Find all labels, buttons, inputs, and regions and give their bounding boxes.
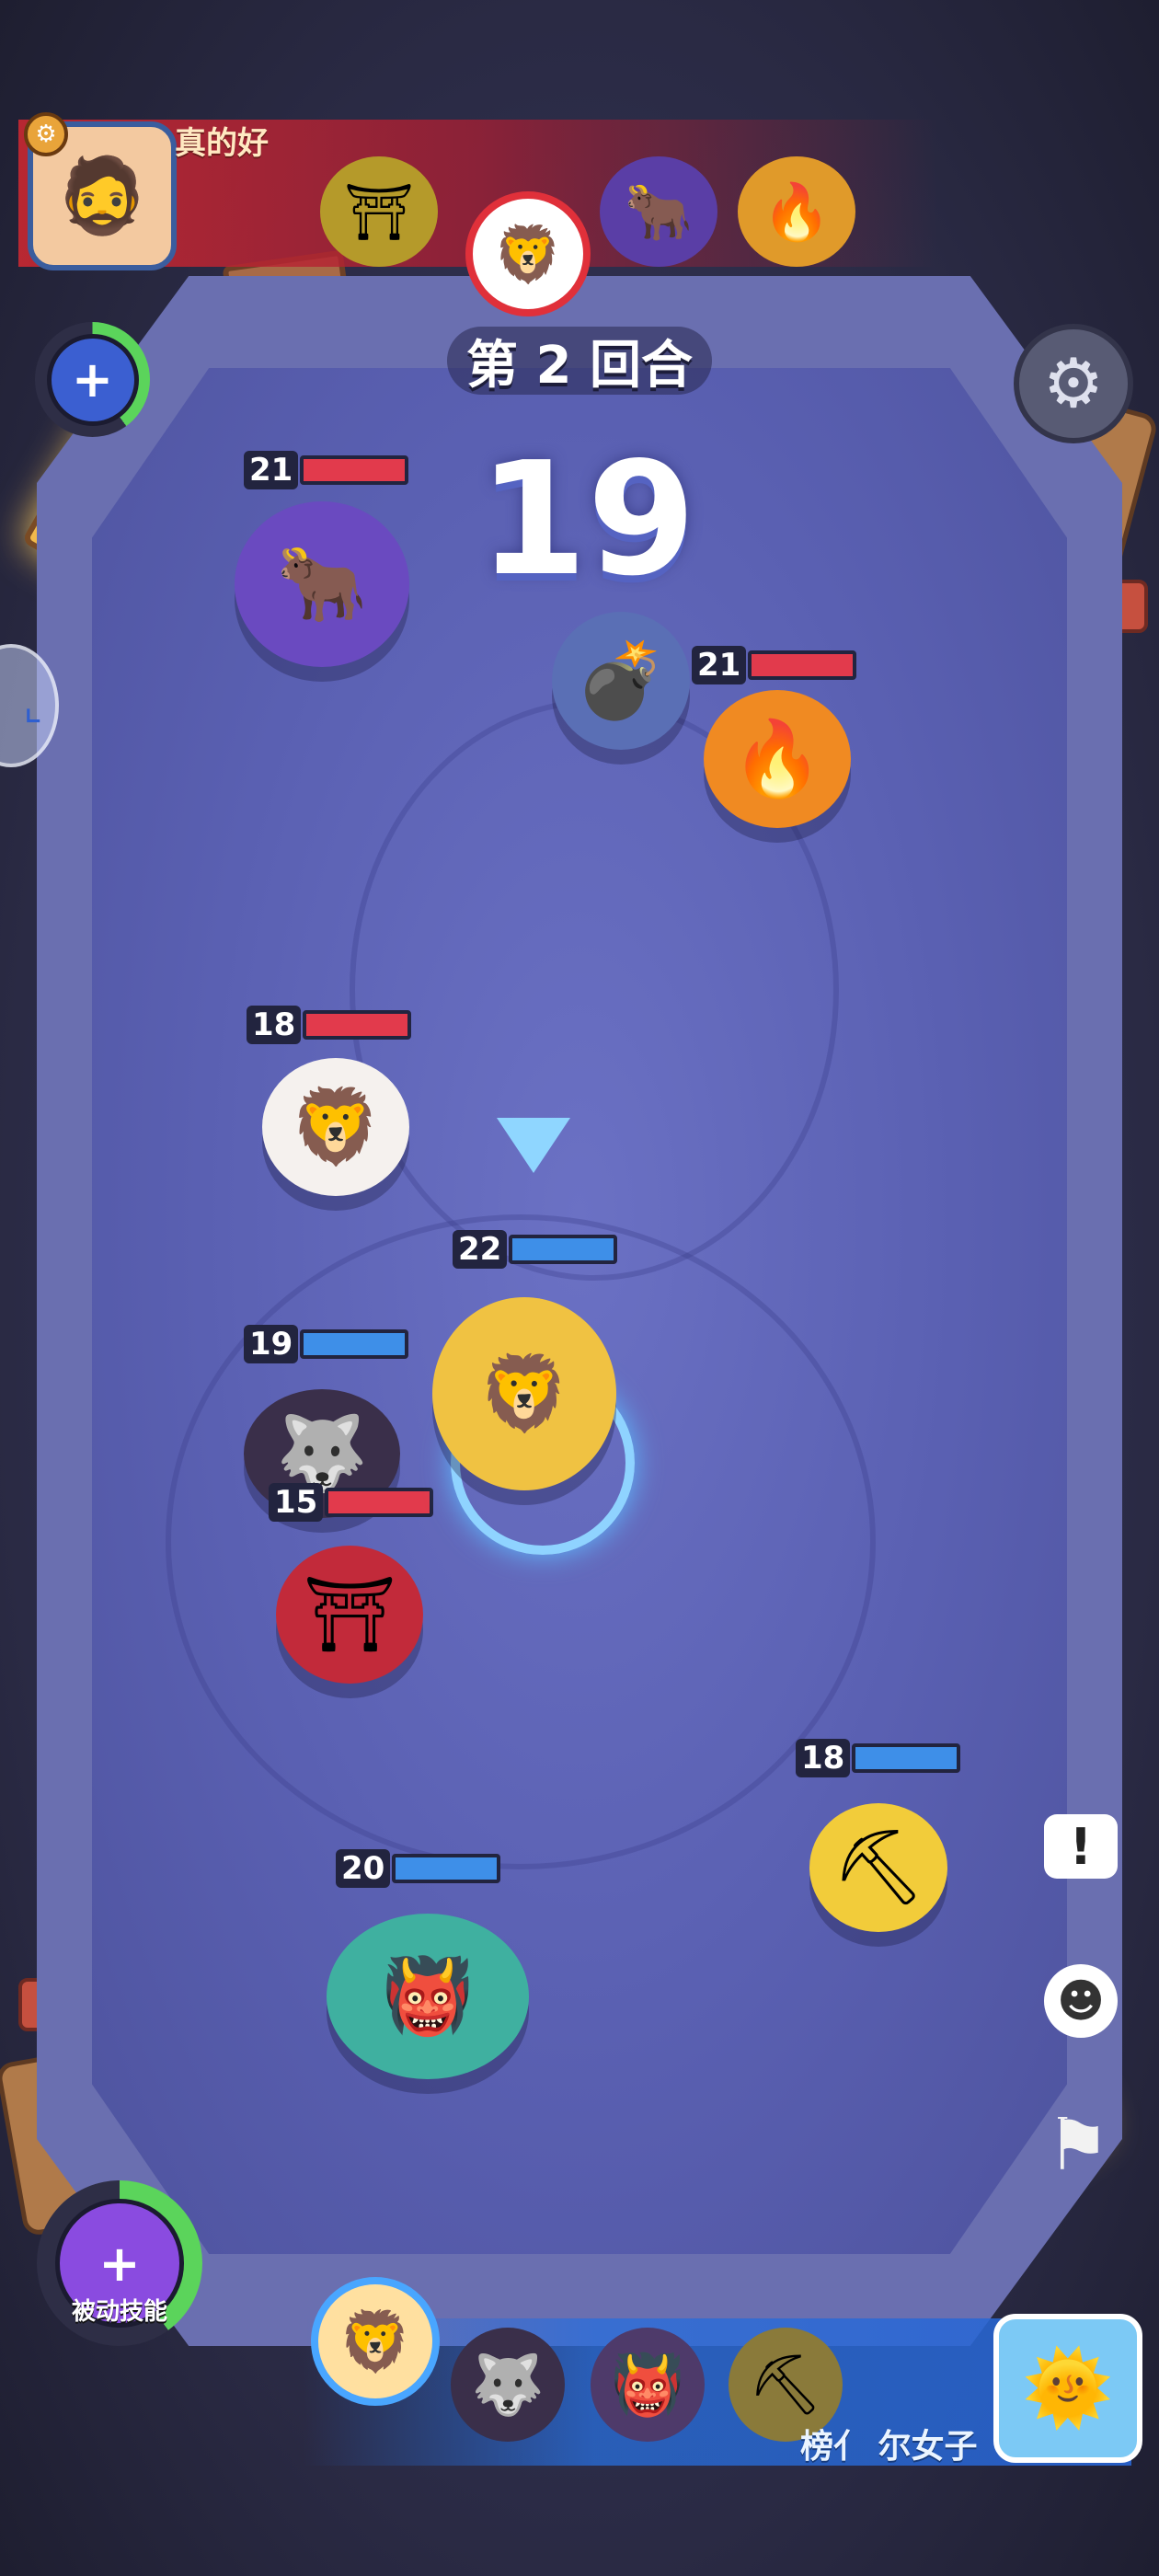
plus-icon: +: [46, 333, 139, 426]
hp-fill: [392, 1854, 501, 1883]
hp-value: 18: [247, 1006, 302, 1044]
opponent-name: 榜亻 尔女子: [800, 2428, 978, 2466]
hp-value: 19: [244, 1325, 299, 1363]
hp-fill: [303, 1010, 412, 1040]
fire-spirit-unit[interactable]: 🔥: [704, 690, 851, 828]
sun-face-icon: 🌞: [1022, 2345, 1114, 2431]
hp-value: 18: [796, 1739, 851, 1777]
samurai-unit[interactable]: ⛩: [276, 1546, 423, 1684]
settings-gear-icon[interactable]: ⚙: [1014, 324, 1133, 443]
white-lion-enemy-icon: 🦁: [465, 191, 591, 316]
player-name: 真的好: [175, 125, 269, 162]
green-ogre-queue-icon: 👹: [591, 2328, 705, 2442]
unit-hp-bar: 19: [244, 1325, 409, 1363]
hp-fill: [300, 455, 409, 485]
purple-ox-enemy-icon: 🐂: [600, 156, 717, 267]
bomb-creature: 💣: [552, 612, 690, 750]
hp-value: 15: [269, 1483, 324, 1522]
green-ogre-unit[interactable]: 👹: [327, 1914, 529, 2079]
hp-fill: [852, 1743, 961, 1773]
game-scene: 🧔 ⚙ 真的好 ⛩ 🦁 🐂 🔥 第 2 回合 19 + ⚙ ⌞ ! ☻ ⚑ 21…: [0, 0, 1159, 2576]
alert-icon[interactable]: !: [1044, 1814, 1118, 1879]
dark-wolf-queue-icon: 🐺: [451, 2328, 565, 2442]
turn-timer: 19: [478, 429, 696, 611]
target-arrow-icon: [497, 1118, 570, 1173]
hp-fill: [509, 1235, 618, 1264]
hp-value: 22: [453, 1230, 508, 1269]
unit-hp-bar: 21: [692, 646, 857, 684]
unit-hp-bar: 18: [796, 1739, 961, 1777]
monk-face-icon: 🧔: [56, 153, 148, 238]
round-label: 第 2 回合: [466, 336, 693, 396]
emote-icon[interactable]: ☻: [1044, 1964, 1118, 2038]
miner-unit[interactable]: ⛏: [809, 1803, 947, 1932]
fire-spirit-enemy-icon: 🔥: [738, 156, 855, 267]
unit-hp-bar: 15: [269, 1483, 434, 1522]
hp-value: 21: [692, 646, 747, 684]
active-skill-button[interactable]: +: [35, 322, 150, 437]
surrender-flag-icon[interactable]: ⚑: [1039, 2104, 1117, 2187]
samurai-enemy-icon: ⛩: [320, 156, 438, 267]
player-badge-gear-icon: ⚙: [24, 112, 68, 156]
passive-skill-label: 被动技能: [71, 2298, 167, 2326]
golden-warrior-unit[interactable]: 🦁: [432, 1297, 616, 1490]
unit-hp-bar: 20: [336, 1849, 501, 1888]
white-lion-unit[interactable]: 🦁: [262, 1058, 409, 1196]
opponent-avatar[interactable]: 🌞: [993, 2314, 1142, 2463]
hp-fill: [325, 1488, 434, 1517]
purple-ox-unit[interactable]: 🐂: [235, 501, 409, 667]
hp-fill: [300, 1329, 409, 1359]
unit-hp-bar: 21: [244, 451, 409, 489]
unit-hp-bar: 22: [453, 1230, 618, 1269]
hp-value: 21: [244, 451, 299, 489]
unit-hp-bar: 18: [247, 1006, 412, 1044]
hp-value: 20: [336, 1849, 391, 1888]
hp-fill: [748, 650, 857, 680]
golden-warrior-queue-icon: 🦁: [311, 2277, 440, 2406]
